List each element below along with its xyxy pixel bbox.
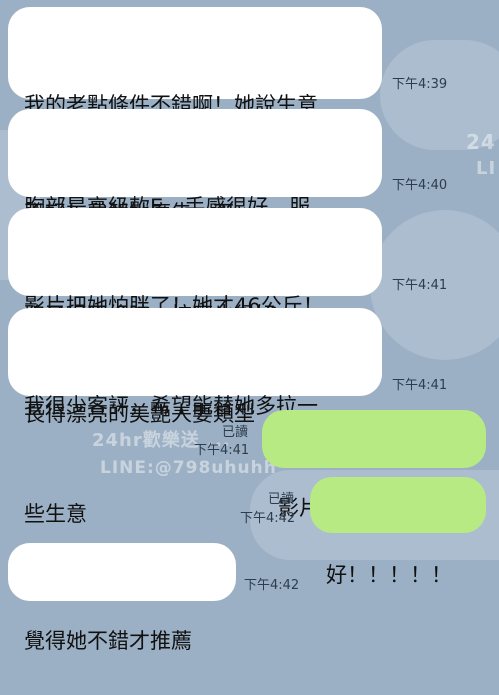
message-timestamp: 下午4:41 <box>392 378 448 393</box>
incoming-message-bubble[interactable]: 覺得她不錯才推薦 <box>8 543 236 653</box>
message-timestamp: 下午4:41 <box>392 278 448 293</box>
outgoing-message-bubble[interactable]: 好！！！！！ <box>310 477 486 587</box>
message-timestamp: 下午4:41 <box>194 443 250 458</box>
watermark-text: 24 <box>466 130 496 154</box>
read-receipt: 已讀 <box>268 492 295 507</box>
incoming-message-bubble[interactable]: 我的老點條件不錯啊！她說生意 不好！我替她廣告一下 <box>8 7 382 225</box>
message-text-line: 覺得她不錯才推薦 <box>24 629 192 653</box>
incoming-message-bubble[interactable]: 胸部是高級軟E，手感很好，服 務又好不偷時，按摩也很好 <box>8 109 382 327</box>
outgoing-message-bubble[interactable]: 影片是她自己拍的 <box>262 410 486 520</box>
incoming-message-bubble[interactable]: 我很少客評，希望能替她多拉一 些生意 <box>8 308 382 526</box>
message-timestamp: 下午4:39 <box>392 77 448 92</box>
message-text-line: 好！！！！！ <box>326 563 452 587</box>
message-timestamp: 下午4:40 <box>392 178 448 193</box>
incoming-message-bubble[interactable]: 影片把她怕胖了！她才46公斤！ 長得漂亮的美艷人妻類型 <box>8 208 382 426</box>
message-timestamp: 下午4:42 <box>244 578 300 593</box>
message-timestamp: 下午4:42 <box>240 511 296 526</box>
watermark-text: LI <box>476 158 497 179</box>
read-receipt: 已讀 <box>222 425 249 440</box>
